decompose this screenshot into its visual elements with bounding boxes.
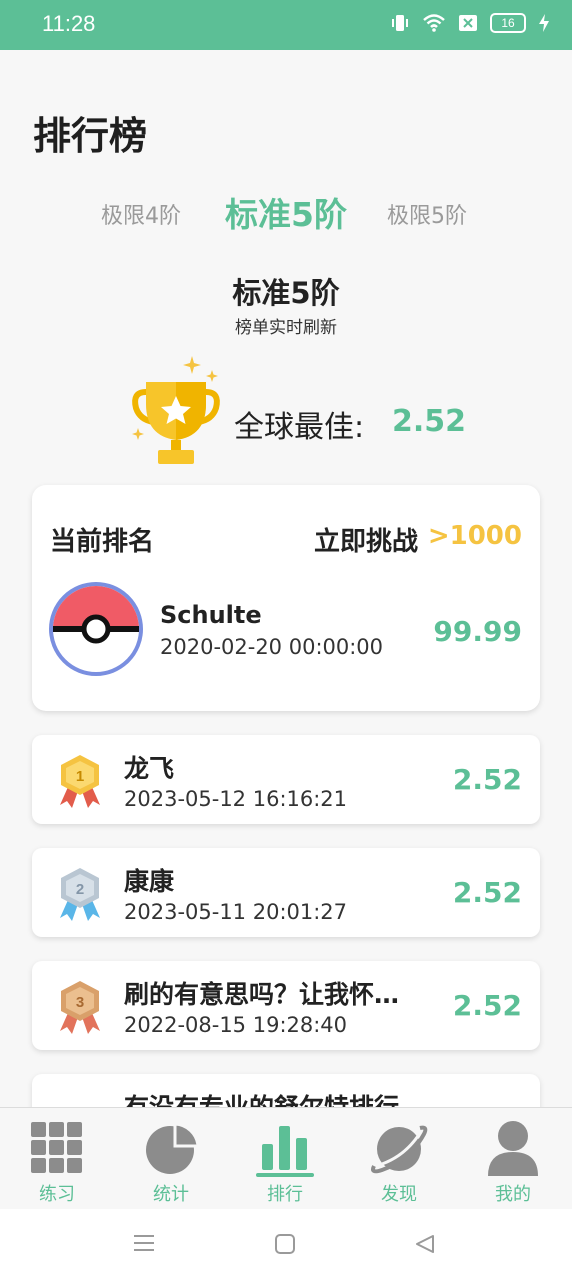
nav-profile[interactable]: 我的: [456, 1108, 570, 1210]
player-time: 2023-05-12 16:16:21: [124, 787, 348, 811]
list-item[interactable]: 3 刷的有意思吗？让我怀… 2022-08-15 19:28:40 2.52: [32, 961, 540, 1050]
gold-medal-icon: 1: [60, 755, 100, 808]
page-title: 排行榜: [33, 114, 148, 158]
player-time: 2023-05-11 20:01:27: [124, 900, 348, 924]
home-icon[interactable]: [274, 1233, 296, 1255]
svg-text:2: 2: [76, 881, 84, 898]
status-icons: 16: [390, 13, 550, 33]
planet-icon: [371, 1125, 428, 1174]
player-name: 龙飞: [124, 754, 175, 783]
nav-discover-label: 发现: [381, 1184, 417, 1205]
section-subtitle: 榜单实时刷新: [235, 318, 337, 338]
sim-off-icon: [459, 15, 477, 31]
nav-practice[interactable]: 练习: [0, 1108, 114, 1210]
nav-profile-label: 我的: [495, 1184, 531, 1205]
status-bar: 11:28 16: [0, 0, 572, 50]
system-nav-bar: [0, 1209, 572, 1280]
level-tabs: 极限4阶 标准5阶 极限5阶: [0, 188, 572, 238]
nav-practice-label: 练习: [39, 1184, 75, 1205]
pokeball-avatar: [49, 582, 143, 676]
section-title: 标准5阶: [232, 276, 340, 310]
player-name: 康康: [124, 867, 175, 896]
my-score: 99.99: [433, 615, 522, 648]
player-score: 2.52: [452, 989, 522, 1022]
grid-icon: [31, 1122, 82, 1173]
vibrate-icon: [392, 15, 408, 31]
wifi-icon: [423, 14, 445, 32]
user-icon: [488, 1121, 538, 1176]
bottom-nav: 练习 统计 排行 发现 我的: [0, 1107, 572, 1209]
my-rank-card: 当前排名 立即挑战 >1000 Schulte 2020-02-20 00:00…: [32, 485, 540, 711]
my-name: Schulte: [160, 601, 262, 629]
nav-ranking-label: 排行: [267, 1184, 303, 1205]
bar-chart-icon: [256, 1126, 314, 1177]
nav-discover[interactable]: 发现: [342, 1108, 456, 1210]
list-item[interactable]: 1 龙飞 2023-05-12 16:16:21 2.52: [32, 735, 540, 824]
global-best-label: 全球最佳:: [234, 410, 365, 445]
menu-icon[interactable]: [133, 1233, 155, 1253]
challenge-button[interactable]: 立即挑战: [314, 521, 418, 558]
trophy-icon: [132, 356, 220, 464]
global-best-value: 2.52: [392, 404, 467, 439]
pie-chart-icon: [146, 1122, 200, 1174]
player-score: 2.52: [452, 876, 522, 909]
battery-icon: 16: [490, 13, 526, 33]
tab-extreme-5[interactable]: 极限5阶: [387, 198, 467, 230]
player-time: 2022-08-15 19:28:40: [124, 1013, 348, 1037]
back-icon[interactable]: [414, 1233, 436, 1255]
player-score: 2.52: [452, 763, 522, 796]
status-time: 11:28: [42, 11, 96, 36]
current-rank-label: 当前排名: [50, 527, 155, 557]
list-item[interactable]: 2 康康 2023-05-11 20:01:27 2.52: [32, 848, 540, 937]
tab-extreme-4[interactable]: 极限4阶: [101, 198, 181, 230]
nav-stats-label: 统计: [153, 1184, 189, 1205]
nav-ranking[interactable]: 排行: [228, 1108, 342, 1210]
nav-stats[interactable]: 统计: [114, 1108, 228, 1210]
tab-standard-5[interactable]: 标准5阶: [225, 188, 347, 236]
silver-medal-icon: 2: [60, 868, 100, 921]
charging-icon: [539, 14, 549, 32]
svg-text:1: 1: [76, 768, 84, 785]
svg-text:3: 3: [76, 994, 84, 1011]
player-name: 刷的有意思吗？让我怀…: [124, 980, 400, 1009]
current-rank-value: >1000: [427, 521, 522, 551]
my-time: 2020-02-20 00:00:00: [160, 635, 384, 659]
bronze-medal-icon: 3: [60, 981, 100, 1034]
